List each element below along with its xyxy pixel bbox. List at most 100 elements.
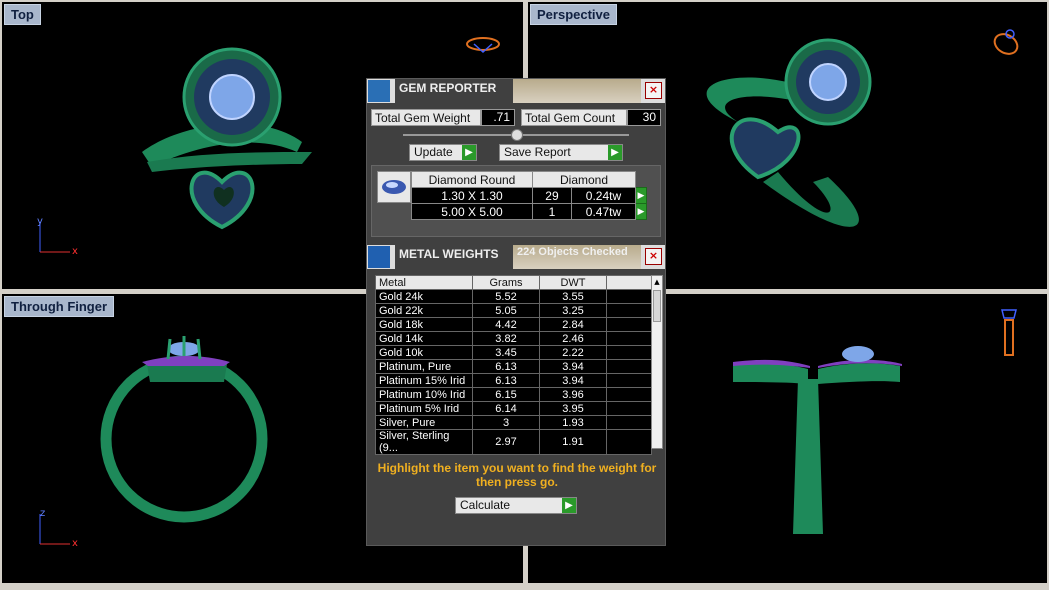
metal-row[interactable]: Platinum 15% Irid 6.13 3.94 bbox=[375, 373, 652, 388]
metal-row[interactable]: Platinum 5% Irid 6.14 3.95 bbox=[375, 401, 652, 416]
metal-name: Platinum 5% Irid bbox=[375, 401, 473, 416]
metal-dwt: 3.95 bbox=[539, 401, 607, 416]
gem-reporter-icon bbox=[368, 80, 390, 102]
metal-grams: 5.52 bbox=[472, 289, 540, 304]
gem-count: 1 bbox=[532, 203, 572, 220]
metal-dwt: 1.93 bbox=[539, 415, 607, 430]
side-widget-icon[interactable] bbox=[994, 304, 1024, 364]
metal-empty bbox=[606, 359, 652, 374]
metal-name: Platinum 10% Irid bbox=[375, 387, 473, 402]
metal-dwt: 3.25 bbox=[539, 303, 607, 318]
update-label: Update bbox=[414, 145, 453, 159]
metal-dwt: 3.94 bbox=[539, 359, 607, 374]
gem-reporter-title: GEM REPORTER bbox=[395, 79, 513, 103]
metal-name: Gold 18k bbox=[375, 317, 473, 332]
scrollbar[interactable]: ▲ bbox=[651, 275, 663, 449]
metal-grams: 3 bbox=[472, 415, 540, 430]
metal-row[interactable]: Gold 22k 5.05 3.25 bbox=[375, 303, 652, 318]
metal-grams: 3.45 bbox=[472, 345, 540, 360]
play-icon: ▶ bbox=[608, 145, 622, 160]
metal-weights-title: METAL WEIGHTS bbox=[395, 245, 513, 269]
diamond-round-icon[interactable] bbox=[377, 171, 411, 203]
metal-hint-text: Highlight the item you want to find the … bbox=[377, 461, 657, 489]
gem-row[interactable]: 5.00 X 5.00 1 0.47tw ▶ bbox=[411, 203, 647, 220]
total-gem-count-label: Total Gem Count bbox=[521, 109, 627, 126]
diamond-icon bbox=[382, 180, 406, 194]
metal-header-metal: Metal bbox=[375, 275, 473, 290]
save-report-label: Save Report bbox=[504, 145, 571, 159]
metal-empty bbox=[606, 401, 652, 416]
metal-empty bbox=[606, 373, 652, 388]
metal-empty bbox=[606, 317, 652, 332]
metal-weights-icon bbox=[368, 246, 390, 268]
metal-name: Gold 22k bbox=[375, 303, 473, 318]
metal-name: Silver, Pure bbox=[375, 415, 473, 430]
metal-header-grams: Grams bbox=[472, 275, 540, 290]
metal-name: Gold 14k bbox=[375, 331, 473, 346]
metal-dwt: 3.94 bbox=[539, 373, 607, 388]
save-report-button[interactable]: Save Report ▶ bbox=[499, 144, 623, 161]
axis-label-x: x bbox=[72, 246, 78, 257]
total-gem-weight-value: .71 bbox=[481, 109, 515, 126]
play-icon[interactable]: ▶ bbox=[635, 187, 647, 204]
gem-header-shape: Diamond Round bbox=[411, 171, 533, 188]
metal-name: Platinum, Pure bbox=[375, 359, 473, 374]
metal-row[interactable]: Gold 24k 5.52 3.55 bbox=[375, 289, 652, 304]
ring-widget-icon[interactable] bbox=[988, 24, 1028, 64]
slider-handle[interactable] bbox=[511, 129, 523, 141]
metal-empty bbox=[606, 331, 652, 346]
close-icon[interactable]: × bbox=[645, 248, 662, 265]
calculate-label: Calculate bbox=[460, 498, 511, 512]
axis-label-y: y bbox=[37, 216, 43, 227]
gem-size: 1.30 X 1.30 bbox=[411, 187, 533, 204]
metal-empty bbox=[606, 303, 652, 318]
play-icon: ▶ bbox=[562, 498, 576, 513]
metal-row[interactable]: Gold 14k 3.82 2.46 bbox=[375, 331, 652, 346]
gem-count: 29 bbox=[532, 187, 572, 204]
update-button[interactable]: Update ▶ bbox=[409, 144, 477, 161]
gem-table: Diamond Round Diamond 1.30 X 1.30 29 0.2… bbox=[411, 171, 647, 220]
metal-grams: 6.14 bbox=[472, 401, 540, 416]
metal-empty bbox=[606, 345, 652, 360]
gem-weight: 0.47tw bbox=[570, 203, 637, 220]
calculate-dropdown[interactable]: Calculate ▶ bbox=[455, 497, 577, 514]
metal-dwt: 3.55 bbox=[539, 289, 607, 304]
metal-row[interactable]: Silver, Pure 3 1.93 bbox=[375, 415, 652, 430]
metal-weights-titlebar[interactable]: METAL WEIGHTS 224 Objects Checked × bbox=[367, 245, 665, 269]
play-icon: ▶ bbox=[462, 145, 476, 160]
scroll-up-icon[interactable]: ▲ bbox=[652, 276, 662, 288]
gem-size: 5.00 X 5.00 bbox=[411, 203, 533, 220]
axis-label-x-front: x bbox=[72, 538, 78, 549]
metal-name: Silver, Sterling (9... bbox=[375, 429, 473, 455]
close-icon[interactable]: × bbox=[645, 82, 662, 99]
metal-dwt: 2.46 bbox=[539, 331, 607, 346]
metal-row[interactable]: Platinum 10% Irid 6.15 3.96 bbox=[375, 387, 652, 402]
gem-widget-icon[interactable] bbox=[458, 32, 508, 62]
metal-table: Metal Grams DWT Gold 24k 5.52 3.55 Gold 22k… bbox=[375, 275, 652, 455]
metal-dwt: 2.22 bbox=[539, 345, 607, 360]
gem-header-type: Diamond bbox=[532, 171, 636, 188]
scrollbar-thumb[interactable] bbox=[653, 290, 661, 322]
metal-name: Gold 24k bbox=[375, 289, 473, 304]
metal-grams: 5.05 bbox=[472, 303, 540, 318]
metal-name: Gold 10k bbox=[375, 345, 473, 360]
metal-grams: 6.13 bbox=[472, 373, 540, 388]
gem-row[interactable]: 1.30 X 1.30 29 0.24tw ▶ bbox=[411, 187, 647, 204]
gem-reporter-titlebar[interactable]: GEM REPORTER × bbox=[367, 79, 665, 103]
play-icon[interactable]: ▶ bbox=[635, 203, 647, 220]
viewport-label-perspective: Perspective bbox=[530, 4, 617, 25]
metal-row[interactable]: Silver, Sterling (9... 2.97 1.91 bbox=[375, 429, 652, 455]
metal-grams: 2.97 bbox=[472, 429, 540, 455]
viewport-label-through-finger: Through Finger bbox=[4, 296, 115, 317]
metal-row[interactable]: Gold 10k 3.45 2.22 bbox=[375, 345, 652, 360]
metal-empty bbox=[606, 289, 652, 304]
metal-empty bbox=[606, 429, 652, 455]
objects-checked: 224 Objects Checked bbox=[513, 245, 641, 269]
metal-name: Platinum 15% Irid bbox=[375, 373, 473, 388]
metal-dwt: 1.91 bbox=[539, 429, 607, 455]
metal-row[interactable]: Gold 18k 4.42 2.84 bbox=[375, 317, 652, 332]
metal-dwt: 2.84 bbox=[539, 317, 607, 332]
metal-row[interactable]: Platinum, Pure 6.13 3.94 bbox=[375, 359, 652, 374]
total-gem-count-value: 30 bbox=[627, 109, 661, 126]
metal-grams: 6.13 bbox=[472, 359, 540, 374]
